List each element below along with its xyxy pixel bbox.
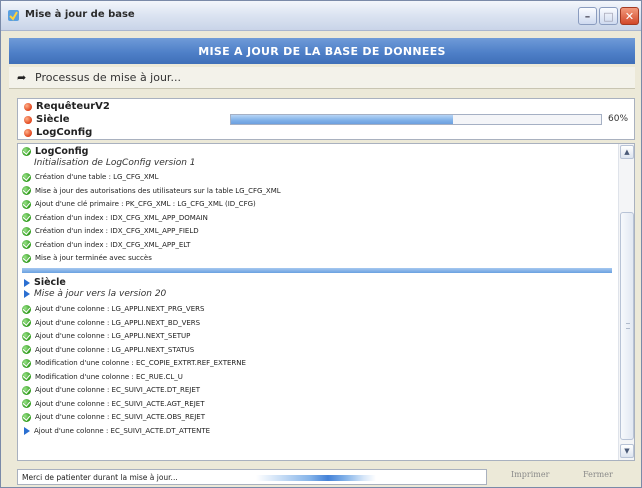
log-line-text: Création d'un index : IDX_CFG_XML_APP_EL…	[35, 240, 191, 249]
banner-title: MISE A JOUR DE LA BASE DE DONNEES	[198, 44, 446, 58]
scroll-down-icon[interactable]: ▼	[620, 444, 634, 458]
log-line: Ajout d'une colonne : EC_SUIVI_ACTE.AGT_…	[22, 399, 204, 409]
minimize-button[interactable]: –	[578, 7, 597, 25]
log-line: Ajout d'une colonne : LG_APPLI.NEXT_BD_V…	[22, 318, 200, 328]
header-banner: MISE A JOUR DE LA BASE DE DONNEES	[9, 38, 635, 64]
red-dot-icon	[24, 115, 32, 124]
log-panel[interactable]: LogConfig Initialisation de LogConfig ve…	[17, 143, 635, 461]
green-check-icon	[22, 399, 31, 408]
progress-bar	[230, 114, 602, 125]
green-check-icon	[22, 147, 31, 156]
log-subtitle: Mise à jour vers la version 20	[22, 289, 166, 299]
green-check-icon	[22, 358, 31, 368]
green-check-icon	[22, 226, 31, 236]
log-line-text: Ajout d'une colonne : LG_APPLI.NEXT_SETU…	[35, 332, 191, 340]
green-check-icon	[22, 186, 31, 195]
blue-triangle-icon	[24, 426, 30, 435]
log-line-text: Ajout d'une colonne : EC_SUIVI_ACTE.DT_A…	[34, 426, 211, 435]
green-check-icon	[22, 253, 31, 263]
update-window: Mise à jour de base – □ ✕ MISE A JOUR DE…	[0, 0, 642, 488]
green-check-icon	[22, 172, 31, 182]
progress-percent: 60%	[608, 114, 629, 124]
green-check-icon	[22, 213, 31, 222]
log-line-text: Mise à jour des autorisations des utilis…	[35, 186, 281, 195]
step-item: Siècle	[24, 113, 70, 126]
log-section-title-text: LogConfig	[35, 146, 89, 157]
maximize-button[interactable]: □	[599, 7, 618, 25]
green-check-icon	[22, 304, 31, 314]
arrow-icon: ➦	[17, 71, 27, 84]
steps-box: RequêteurV2 Siècle LogConfig 60%	[17, 98, 635, 140]
red-dot-icon	[24, 128, 32, 137]
log-line-text: Ajout d'une colonne : LG_APPLI.NEXT_BD_V…	[35, 318, 201, 327]
close-button[interactable]: Fermer	[583, 470, 613, 484]
green-check-icon	[22, 318, 31, 327]
log-section-title: LogConfig	[22, 146, 88, 157]
green-check-icon	[22, 412, 31, 422]
log-line: Ajout d'une colonne : LG_APPLI.NEXT_PRG_…	[22, 304, 204, 314]
log-line: Ajout d'une colonne : EC_SUIVI_ACTE.DT_R…	[22, 385, 200, 395]
green-check-icon	[22, 331, 31, 341]
green-check-icon	[22, 385, 31, 395]
log-line: Mise à jour des autorisations des utilis…	[22, 186, 281, 196]
green-check-icon	[22, 372, 31, 381]
green-check-icon	[22, 240, 31, 249]
update-app-icon	[8, 10, 19, 21]
log-line: Ajout d'une clé primaire : PK_CFG_XML : …	[22, 199, 256, 209]
log-line-text: Création d'un index : IDX_CFG_XML_APP_FI…	[35, 227, 199, 235]
log-line-text: Ajout d'une colonne : EC_SUIVI_ACTE.AGT_…	[35, 399, 205, 408]
log-section-title-text: Siècle	[34, 277, 66, 288]
step-label: Siècle	[36, 114, 70, 125]
vertical-scrollbar[interactable]: ▲ ▼	[618, 144, 634, 460]
log-line: Ajout d'une colonne : EC_SUIVI_ACTE.DT_A…	[22, 426, 210, 436]
process-line: ➦ Processus de mise à jour...	[9, 67, 635, 89]
log-line: Ajout d'une colonne : LG_APPLI.NEXT_STAT…	[22, 345, 194, 355]
log-line: Mise à jour terminée avec succès	[22, 253, 152, 263]
log-line-text: Ajout d'une colonne : EC_SUIVI_ACTE.DT_R…	[35, 386, 201, 394]
log-line-text: Ajout d'une colonne : LG_APPLI.NEXT_STAT…	[35, 345, 195, 354]
step-label: LogConfig	[36, 127, 93, 138]
green-check-icon	[22, 345, 31, 354]
log-line: Création d'un index : IDX_CFG_XML_APP_FI…	[22, 226, 199, 236]
blue-triangle-icon	[24, 290, 30, 298]
status-text: Merci de patienter durant la mise à jour…	[22, 473, 178, 482]
window-title: Mise à jour de base	[25, 9, 135, 20]
log-line-text: Modification d'une colonne : EC_COPIE_EX…	[35, 359, 246, 367]
log-line-text: Ajout d'une colonne : LG_APPLI.NEXT_PRG_…	[35, 305, 205, 313]
process-label: Processus de mise à jour...	[35, 71, 181, 84]
log-line-text: Mise à jour terminée avec succès	[35, 254, 152, 262]
log-line: Création d'un index : IDX_CFG_XML_APP_DO…	[22, 213, 208, 223]
section-separator	[22, 268, 612, 273]
log-subtitle-text: Mise à jour vers la version 20	[34, 289, 167, 299]
step-item: LogConfig	[24, 126, 92, 139]
red-dot-icon	[24, 102, 32, 111]
green-check-icon	[22, 199, 31, 209]
log-line: Création d'un index : IDX_CFG_XML_APP_EL…	[22, 240, 190, 250]
log-line-text: Ajout d'une clé primaire : PK_CFG_XML : …	[35, 200, 256, 208]
log-line: Création d'une table : LG_CFG_XML	[22, 172, 159, 182]
log-line-text: Ajout d'une colonne : EC_SUIVI_ACTE.OBS_…	[35, 413, 205, 421]
log-line-text: Modification d'une colonne : EC_RUE.CL_U	[35, 372, 183, 381]
log-line-text: Création d'une table : LG_CFG_XML	[35, 173, 159, 181]
blue-triangle-icon	[24, 278, 30, 287]
step-item: RequêteurV2	[24, 100, 110, 113]
step-label: RequêteurV2	[36, 101, 110, 112]
scroll-up-icon[interactable]: ▲	[620, 145, 634, 159]
status-field: Merci de patienter durant la mise à jour…	[17, 469, 487, 485]
log-line: Ajout d'une colonne : EC_SUIVI_ACTE.OBS_…	[22, 412, 205, 422]
log-subtitle: Initialisation de LogConfig version 1	[34, 158, 196, 168]
close-window-button[interactable]: ✕	[620, 7, 639, 25]
print-button[interactable]: Imprimer	[511, 470, 549, 484]
log-line: Modification d'une colonne : EC_COPIE_EX…	[22, 358, 246, 368]
log-line: Ajout d'une colonne : LG_APPLI.NEXT_SETU…	[22, 331, 190, 341]
log-line-text: Création d'un index : IDX_CFG_XML_APP_DO…	[35, 213, 208, 222]
log-line: Modification d'une colonne : EC_RUE.CL_U	[22, 372, 183, 382]
scroll-thumb[interactable]	[620, 212, 634, 440]
marquee-progress	[256, 475, 376, 481]
progress-fill	[231, 115, 453, 124]
log-section-title: Siècle	[22, 277, 66, 288]
title-bar[interactable]: Mise à jour de base – □ ✕	[1, 1, 641, 31]
